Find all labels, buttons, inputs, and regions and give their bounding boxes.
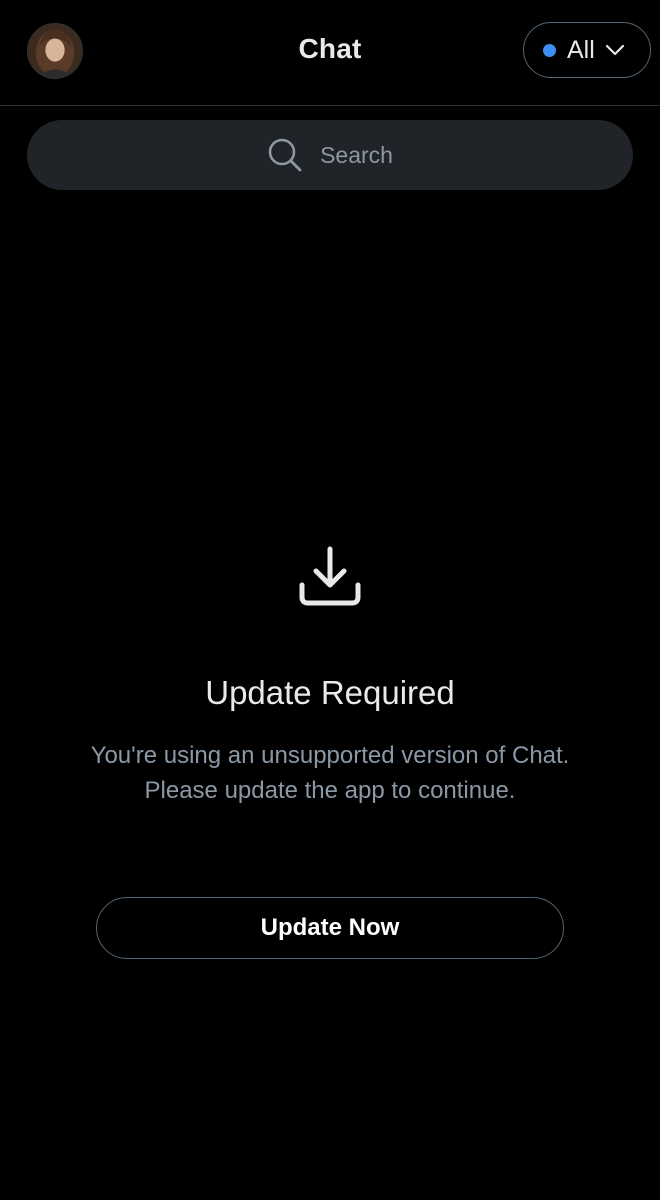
search-placeholder: Search — [320, 141, 393, 168]
download-icon — [298, 545, 362, 609]
chevron-down-icon — [605, 44, 625, 56]
search-input[interactable]: Search — [27, 120, 633, 190]
filter-label: All — [567, 35, 595, 64]
update-now-button[interactable]: Update Now — [96, 897, 564, 959]
search-icon — [267, 137, 303, 173]
filter-dropdown[interactable]: All — [523, 22, 651, 78]
update-message: You're using an unsupported version of C… — [90, 742, 570, 804]
unread-dot-icon — [543, 43, 556, 57]
top-bar: Chat All — [0, 0, 660, 106]
update-heading: Update Required — [205, 674, 455, 711]
